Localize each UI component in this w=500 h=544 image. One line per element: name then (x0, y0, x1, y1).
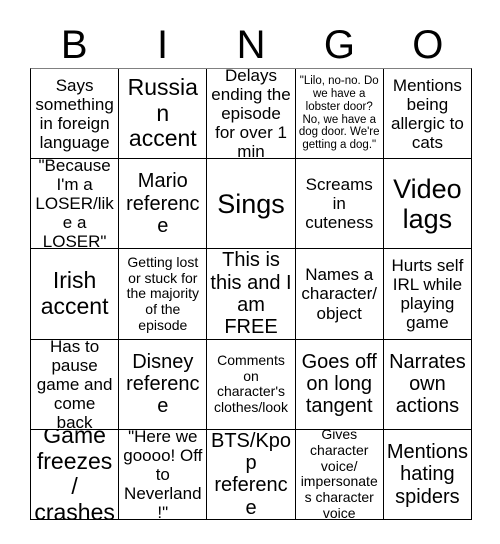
bingo-cell-label: Screams in cuteness (305, 175, 374, 233)
bingo-cell-label: Video lags (393, 173, 462, 234)
bingo-cell-label: This is this and I am FREE (210, 249, 292, 339)
bingo-cell-label: Mentions hating spiders (386, 440, 468, 508)
bingo-header: B I N G O (30, 22, 472, 68)
bingo-card: B I N G O Says something in foreign lang… (0, 0, 500, 544)
bingo-cell-o4[interactable]: Narrates own actions (383, 339, 472, 429)
bingo-cell-n1[interactable]: Delays ending the episode for over 1 min (207, 69, 296, 159)
bingo-cell-i1[interactable]: Russian accent (119, 69, 208, 159)
bingo-row: Says something in foreign language Russi… (31, 69, 472, 160)
bingo-cell-b3[interactable]: Irish accent (31, 249, 120, 339)
bingo-cell-i2[interactable]: Mario reference (119, 159, 208, 249)
bingo-cell-o3[interactable]: Hurts self IRL while playing game (383, 249, 472, 339)
bingo-cell-g4[interactable]: Goes off on long tangent (295, 339, 384, 429)
bingo-cell-label: BTS/Kpop reference (210, 429, 292, 519)
bingo-cell-label: Delays ending the episode for over 1 min (211, 69, 291, 159)
bingo-cell-label: Sings (217, 188, 285, 219)
bingo-cell-g2[interactable]: Screams in cuteness (295, 159, 384, 249)
bingo-cell-o1[interactable]: Mentions being allergic to cats (383, 69, 472, 159)
bingo-cell-label: Hurts self IRL while playing game (391, 255, 464, 333)
bingo-row: Has to pause game and come back Disney r… (31, 339, 472, 430)
bingo-row: "Because I'm a LOSER/like a LOSER" Mario… (31, 159, 472, 250)
bingo-cell-g5[interactable]: Gives character voice/ impersonates char… (295, 429, 384, 520)
bingo-cell-label: "Here we goooo! Off to Neverland!" (123, 429, 203, 520)
bingo-cell-o2[interactable]: Video lags (383, 159, 472, 249)
bingo-cell-label: Goes off on long tangent (301, 350, 377, 418)
bingo-cell-b5[interactable]: Game freezes/ crashes (31, 429, 120, 520)
bingo-grid: Says something in foreign language Russi… (30, 68, 472, 520)
bingo-cell-label: Says something in foreign language (35, 75, 114, 152)
bingo-row: Game freezes/ crashes "Here we goooo! Of… (31, 429, 472, 520)
header-letter-o: O (412, 23, 444, 67)
bingo-cell-label: Getting lost or stuck for the majority o… (126, 253, 199, 333)
bingo-row: Irish accent Getting lost or stuck for t… (31, 249, 472, 340)
bingo-cell-label: Mentions being allergic to cats (391, 75, 464, 152)
bingo-cell-n4[interactable]: Comments on character's clothes/look (207, 339, 296, 429)
bingo-cell-i4[interactable]: Disney reference (119, 339, 208, 429)
bingo-cell-i5[interactable]: "Here we goooo! Off to Neverland!" (119, 429, 208, 520)
bingo-cell-label: "Lilo, no-no. Do we have a lobster door?… (298, 74, 380, 152)
bingo-cell-label: Mario reference (126, 170, 200, 237)
bingo-cell-b2[interactable]: "Because I'm a LOSER/like a LOSER" (31, 159, 120, 249)
bingo-cell-label: Has to pause game and come back (36, 339, 113, 429)
header-letter-g: G (323, 23, 355, 67)
bingo-cell-label: Russian accent (127, 73, 198, 152)
bingo-cell-label: Game freezes/ crashes (34, 429, 115, 520)
bingo-cell-n3[interactable]: This is this and I am FREE (207, 249, 296, 339)
bingo-cell-o5[interactable]: Mentions hating spiders (383, 429, 472, 520)
header-letter-i: I (157, 23, 169, 67)
bingo-cell-n2[interactable]: Sings (207, 159, 296, 249)
bingo-cell-label: Gives character voice/ impersonates char… (300, 429, 378, 520)
bingo-cell-label: Comments on character's clothes/look (214, 351, 288, 415)
bingo-cell-label: Irish accent (40, 267, 109, 319)
header-letter-b: B (60, 23, 88, 67)
header-letter-n: N (236, 23, 266, 67)
bingo-cell-i3[interactable]: Getting lost or stuck for the majority o… (119, 249, 208, 339)
bingo-cell-b1[interactable]: Says something in foreign language (31, 69, 120, 159)
bingo-cell-b4[interactable]: Has to pause game and come back (31, 339, 120, 429)
bingo-cell-label: Names a character/ object (301, 265, 377, 323)
bingo-cell-label: Disney reference (126, 350, 200, 418)
bingo-cell-label: "Because I'm a LOSER/like a LOSER" (35, 159, 114, 249)
bingo-cell-g1[interactable]: "Lilo, no-no. Do we have a lobster door?… (295, 69, 384, 159)
bingo-cell-g3[interactable]: Names a character/ object (295, 249, 384, 339)
bingo-cell-n5[interactable]: BTS/Kpop reference (207, 429, 296, 520)
bingo-cell-label: Narrates own actions (389, 350, 466, 418)
